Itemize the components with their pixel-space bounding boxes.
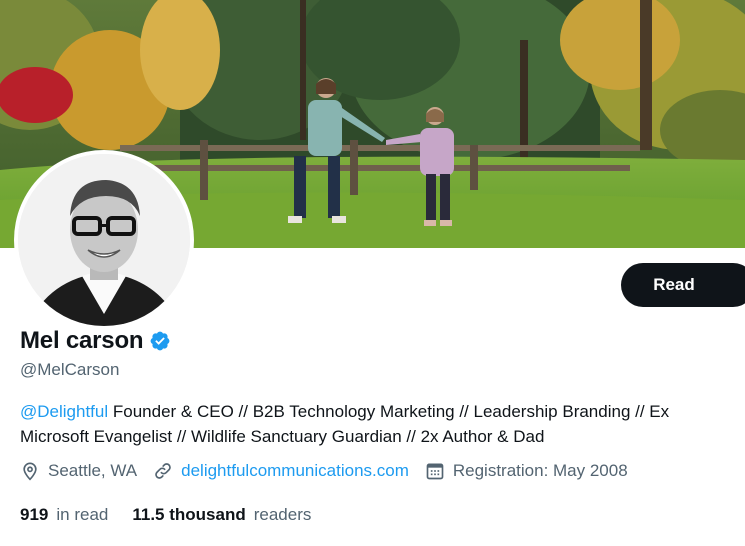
profile-stats: 919 in read 11.5 thousand readers (20, 505, 335, 525)
profile-avatar[interactable] (14, 150, 194, 330)
calendar-icon (425, 461, 445, 481)
following-count: 919 (20, 505, 49, 524)
verified-badge-icon[interactable] (149, 330, 171, 352)
read-button[interactable]: Read (621, 263, 745, 307)
followers-label: readers (253, 505, 312, 524)
link-icon (153, 461, 173, 481)
avatar-photo (18, 154, 190, 326)
profile-name-row: Mel carson (20, 327, 171, 355)
followers-count: 11.5 thousand (132, 505, 246, 524)
profile-bio: @Delightful Founder & CEO // B2B Technol… (20, 399, 740, 449)
profile-meta: Seattle, WA delightfulcommunications.com… (20, 461, 644, 481)
display-name: Mel carson (20, 327, 144, 354)
bio-mention-link[interactable]: @Delightful (20, 402, 108, 421)
website-link[interactable]: delightfulcommunications.com (181, 461, 409, 481)
following-stat[interactable]: 919 in read (20, 505, 108, 525)
location-text: Seattle, WA (48, 461, 138, 480)
website-item: delightfulcommunications.com (153, 461, 409, 481)
location-item: Seattle, WA (20, 461, 137, 481)
profile-handle: @MelCarson (20, 360, 120, 379)
followers-stat[interactable]: 11.5 thousand readers (132, 505, 311, 525)
joined-item: Registration: May 2008 (425, 461, 628, 481)
location-pin-icon (20, 461, 40, 481)
bio-text: Founder & CEO // B2B Technology Marketin… (20, 402, 670, 446)
following-label: in read (56, 505, 109, 524)
joined-text: Registration: May 2008 (452, 461, 628, 480)
